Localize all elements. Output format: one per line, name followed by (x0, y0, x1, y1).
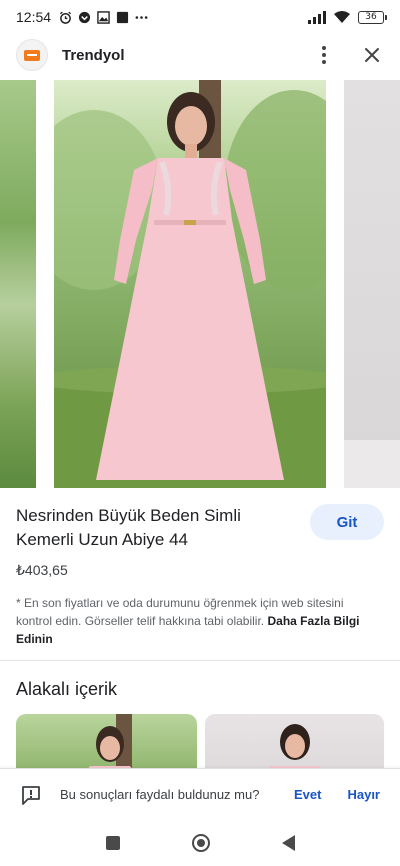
product-image[interactable] (54, 80, 326, 488)
trendyol-logo-icon[interactable] (16, 39, 48, 71)
feedback-question: Bu sonuçları faydalı buldunuz mu? (60, 787, 260, 802)
app-bar: Trendyol (0, 34, 400, 76)
related-card[interactable] (205, 714, 384, 774)
recents-square-icon[interactable] (105, 836, 120, 850)
image-carousel[interactable] (0, 80, 400, 488)
battery-icon: 36 (358, 10, 387, 24)
feedback-yes-button[interactable]: Evet (294, 787, 321, 802)
status-right: 36 (308, 10, 387, 24)
app-icon (116, 11, 129, 23)
related-card[interactable] (16, 714, 197, 774)
carousel-image-next[interactable] (344, 80, 400, 488)
related-image (263, 724, 327, 774)
status-left: 12:54 (16, 9, 148, 25)
feedback-no-button[interactable]: Hayır (347, 787, 380, 802)
home-circle-icon[interactable] (191, 834, 210, 852)
divider (0, 660, 400, 661)
feedback-bar: Bu sonuçları faydalı buldunuz mu? Evet H… (0, 768, 400, 820)
battery-level: 36 (365, 12, 377, 22)
related-heading: Alakalı içerik (16, 679, 118, 699)
product-price: ₺403,65 (16, 562, 68, 578)
disclaimer: * En son fiyatları ve oda durumunu öğren… (16, 594, 376, 648)
signal-icon (308, 10, 326, 24)
carousel-image-previous[interactable] (0, 80, 36, 488)
go-button[interactable]: Git (310, 504, 384, 540)
alarm-icon (60, 11, 72, 24)
dress-photo (54, 80, 326, 488)
wifi-icon (334, 11, 350, 23)
image-icon (97, 10, 110, 24)
back-triangle-icon[interactable] (281, 835, 295, 851)
close-icon[interactable] (360, 43, 384, 67)
more-notifications-icon (135, 15, 148, 19)
status-time: 12:54 (16, 9, 52, 25)
site-name: Trendyol (62, 46, 125, 64)
more-vert-icon[interactable] (312, 43, 336, 67)
status-bar: 12:54 36 (0, 0, 400, 34)
product-title: Nesrinden Büyük Beden Simli Kemerli Uzun… (16, 506, 241, 549)
related-image (84, 714, 136, 774)
system-nav-bar (0, 820, 400, 866)
media-icon (78, 11, 91, 23)
feedback-icon (22, 785, 40, 805)
